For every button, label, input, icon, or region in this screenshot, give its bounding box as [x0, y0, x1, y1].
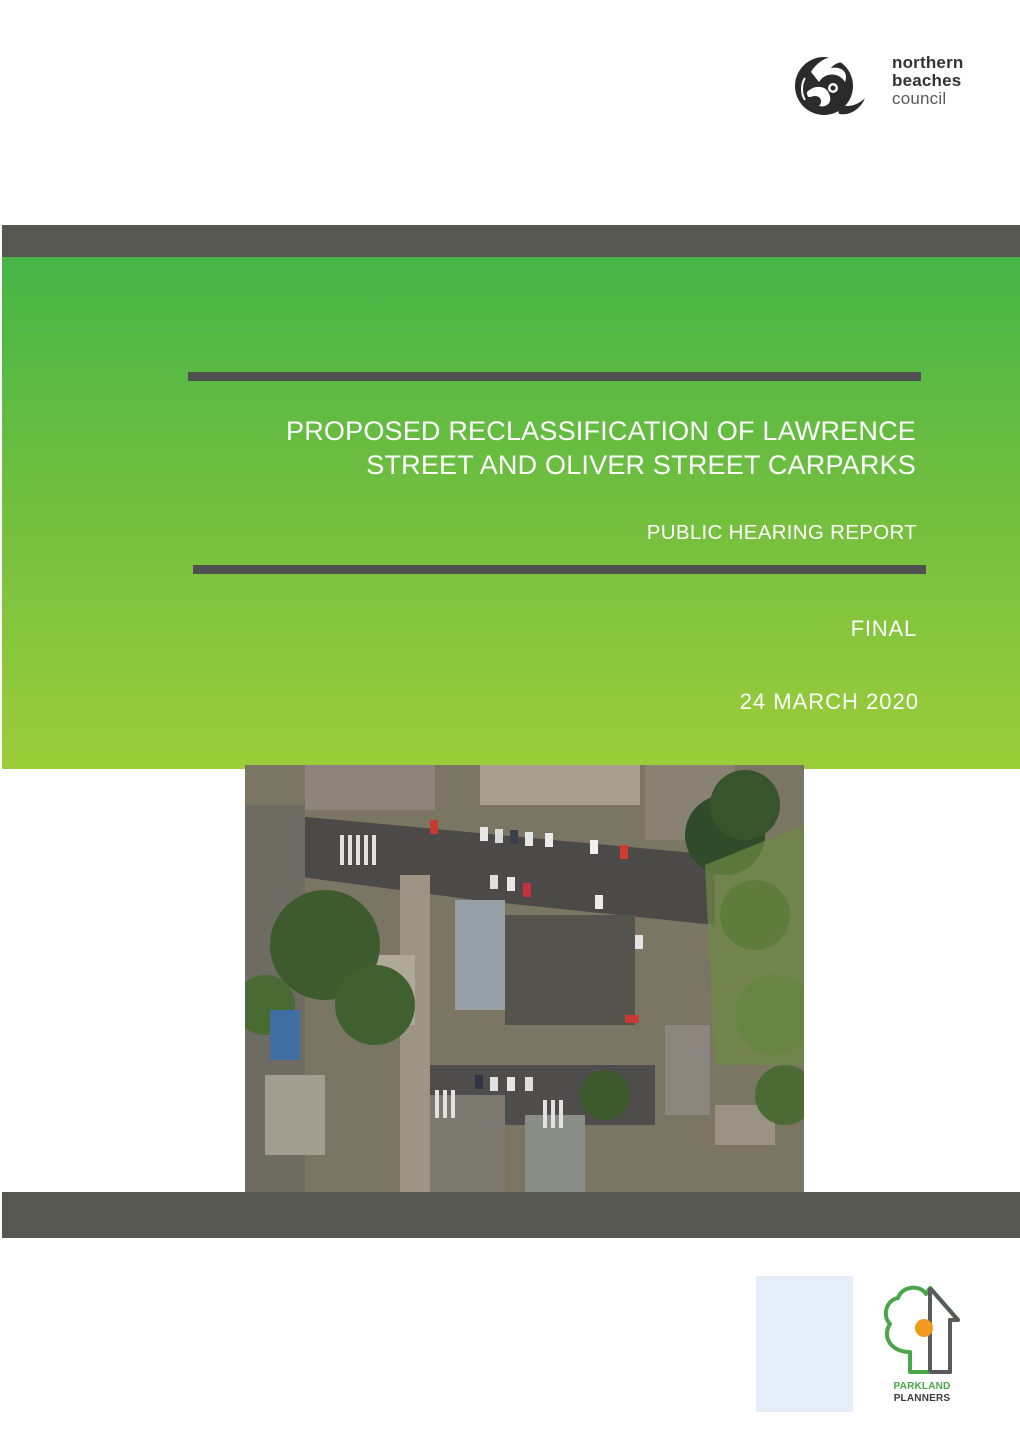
council-name-line1: northern — [892, 53, 964, 72]
top-band — [2, 225, 1020, 257]
council-name: northern beaches council — [892, 54, 963, 108]
report-status: FINAL — [850, 616, 917, 641]
parkland-planners-tree-house-icon — [883, 1285, 960, 1374]
title-rule-bottom — [193, 565, 926, 574]
title-rule-top — [188, 372, 921, 381]
bottom-band — [2, 1192, 1020, 1238]
report-title-line1: PROPOSED RECLASSIFICATION OF LAWRENCE — [286, 416, 916, 446]
council-logo: northern beaches council — [793, 42, 973, 126]
report-title-line2: STREET AND OLIVER STREET CARPARKS — [366, 450, 916, 480]
aerial-carpark-photo — [245, 765, 804, 1192]
council-name-line2: beaches — [892, 71, 962, 90]
report-date: 24 MARCH 2020 — [739, 689, 919, 714]
council-name-line3: council — [892, 89, 947, 108]
report-title: PROPOSED RECLASSIFICATION OF LAWRENCE ST… — [156, 414, 916, 482]
northern-beaches-emblem-icon — [795, 55, 865, 115]
parkland-line2: PLANNERS — [893, 1393, 951, 1404]
accent-block — [756, 1276, 853, 1412]
report-subtitle: PUBLIC HEARING REPORT — [646, 521, 917, 544]
parkland-planners-logo: PARKLAND PLANNERS — [876, 1280, 968, 1410]
parkland-line1: PARKLAND — [893, 1381, 951, 1392]
